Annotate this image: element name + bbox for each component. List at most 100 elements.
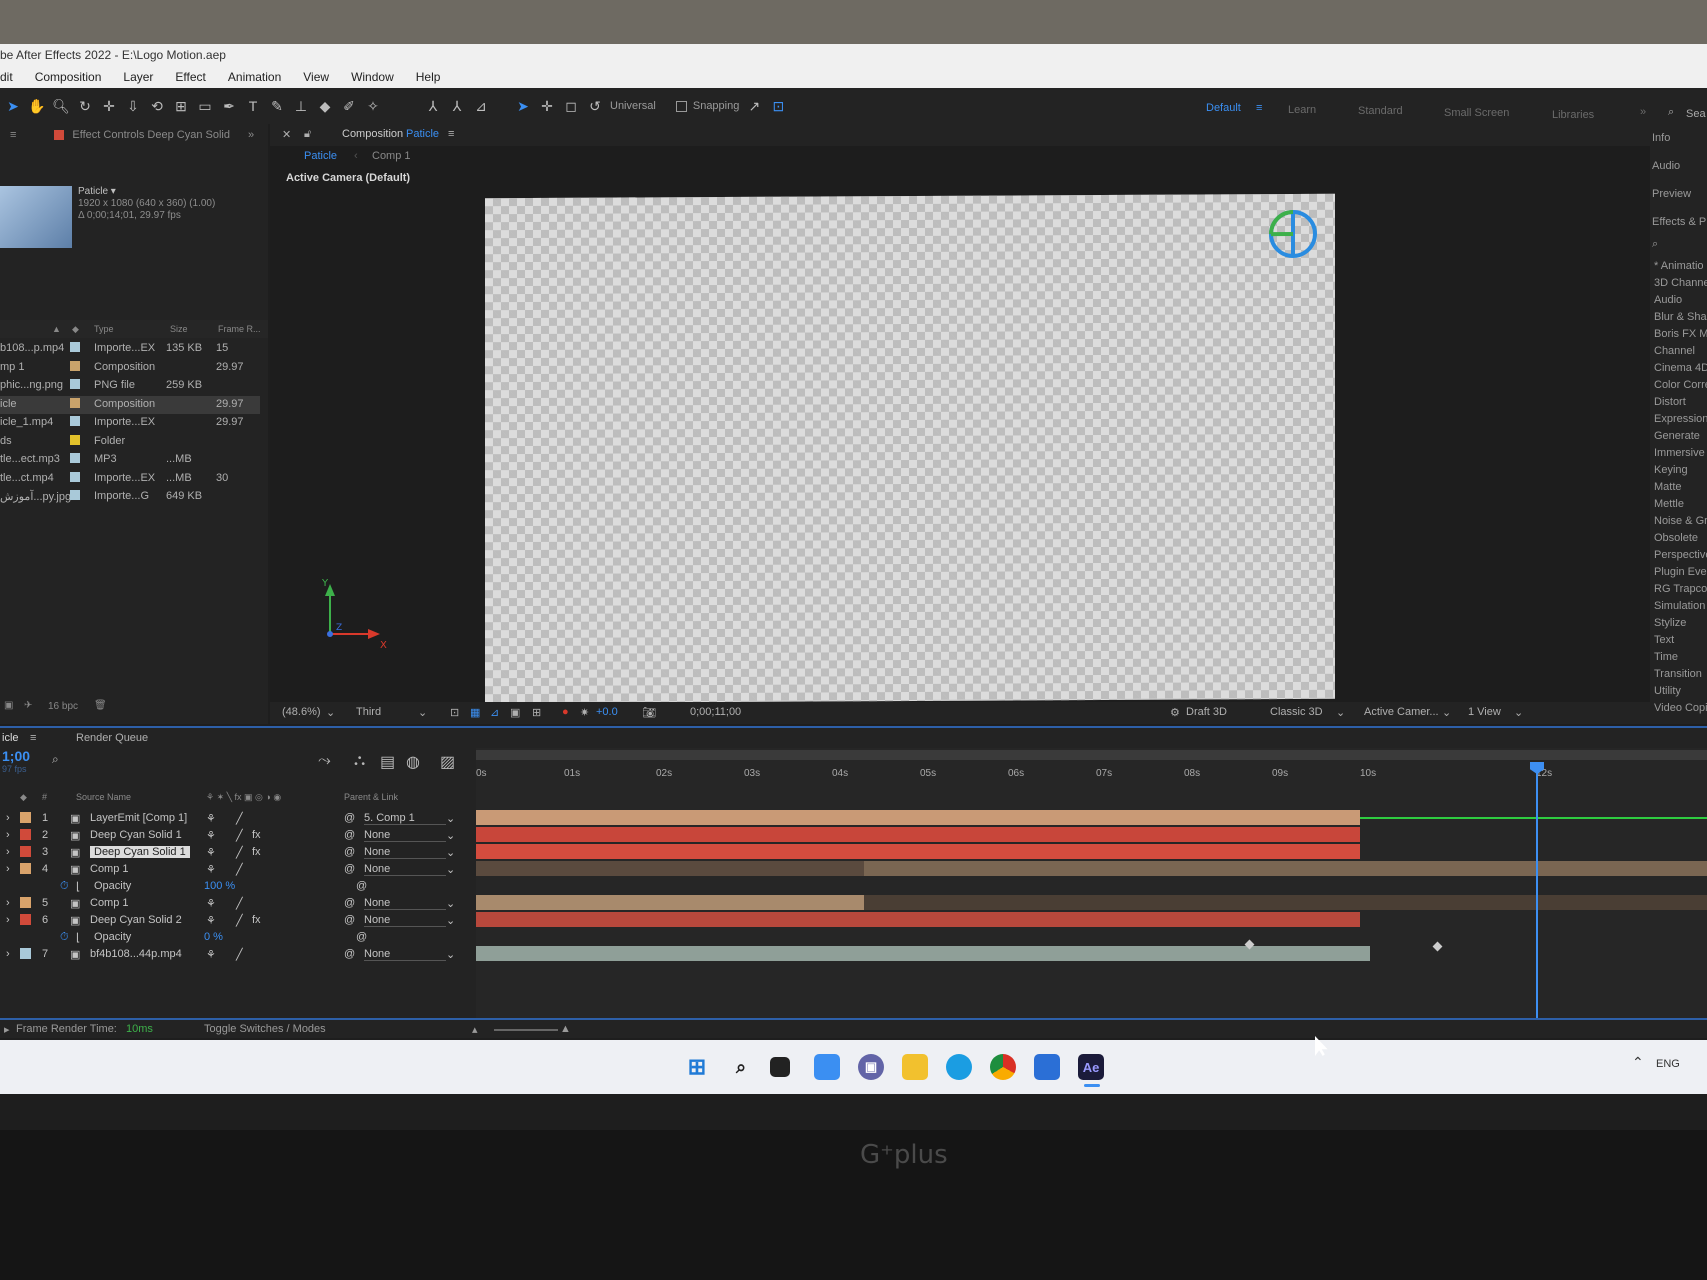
parent-dropdown[interactable]: None bbox=[364, 948, 446, 961]
file-explorer-icon[interactable] bbox=[902, 1054, 928, 1080]
local-axis-icon[interactable]: ⅄ bbox=[424, 97, 442, 115]
rectangle-tool-icon[interactable]: ▭ bbox=[196, 97, 214, 115]
quality-switch-icon[interactable]: ╱ bbox=[236, 846, 243, 859]
composition-tab-name[interactable]: Paticle bbox=[406, 128, 439, 140]
zoom-tool-icon[interactable]: 🔍︎ bbox=[52, 97, 70, 115]
current-time-display[interactable]: 1;00 bbox=[2, 748, 30, 764]
source-name-header[interactable]: Source Name bbox=[76, 792, 131, 802]
renderer-chevron-icon[interactable]: ⌄ bbox=[1336, 706, 1345, 719]
snapping-checkbox[interactable] bbox=[675, 100, 687, 112]
dropdown-chevron-icon[interactable]: ⌄ bbox=[446, 948, 455, 961]
menu-composition[interactable]: Composition bbox=[35, 70, 102, 88]
3d-ground-plane-icon[interactable]: ⊞ bbox=[532, 706, 541, 719]
effects-category[interactable]: Transition bbox=[1654, 668, 1702, 680]
search-icon[interactable]: ⌕ bbox=[1668, 106, 1674, 119]
universal-scale-icon[interactable]: ◻ bbox=[562, 97, 580, 115]
chrome-browser-icon[interactable] bbox=[990, 1054, 1016, 1080]
project-item[interactable]: ds Folder bbox=[0, 433, 260, 451]
workspace-default[interactable]: Default bbox=[1206, 102, 1241, 114]
universal-move-icon[interactable]: ✛ bbox=[538, 97, 556, 115]
expand-chevron-icon[interactable]: › bbox=[6, 846, 10, 858]
close-tab-icon[interactable]: ✕ bbox=[282, 128, 291, 141]
layer-label-color[interactable] bbox=[20, 829, 31, 840]
view-chevron-icon[interactable]: ⌄ bbox=[1514, 706, 1523, 719]
delete-icon[interactable]: 🗑︎ bbox=[94, 700, 107, 711]
layer-duration-bar[interactable] bbox=[864, 861, 1707, 876]
breadcrumb-comp1[interactable]: Comp 1 bbox=[372, 150, 411, 162]
dropdown-chevron-icon[interactable]: ⌄ bbox=[446, 812, 455, 825]
parent-link-header[interactable]: Parent & Link bbox=[344, 792, 398, 802]
effects-category[interactable]: Blur & Sha bbox=[1654, 311, 1707, 323]
workspace-learn[interactable]: Learn bbox=[1288, 104, 1316, 116]
universal-rotate-icon[interactable]: ↺ bbox=[586, 97, 604, 115]
draft-3d-icon[interactable]: ⚙ bbox=[1170, 706, 1180, 719]
dropdown-chevron-icon[interactable]: ⌄ bbox=[446, 863, 455, 876]
dropdown-chevron-icon[interactable]: ⌄ bbox=[446, 897, 455, 910]
quality-switch-icon[interactable]: ╱ bbox=[236, 897, 243, 910]
expand-chevron-icon[interactable]: › bbox=[6, 812, 10, 824]
label-color-swatch[interactable] bbox=[70, 397, 80, 408]
pan-behind-tool-icon[interactable]: ⊞ bbox=[172, 97, 190, 115]
effects-category[interactable]: Generate bbox=[1654, 430, 1700, 442]
layer-row[interactable]: › 7 ▣ bf4b108...44p.mp4 ⚘ ╱ @ None ⌄ bbox=[0, 946, 470, 963]
layer-duration-bar[interactable] bbox=[476, 895, 864, 910]
world-axis-icon[interactable]: ⅄ bbox=[448, 97, 466, 115]
effects-category[interactable]: Immersive bbox=[1654, 447, 1705, 459]
menu-animation[interactable]: Animation bbox=[228, 70, 281, 88]
stopwatch-icon[interactable]: ⏱ bbox=[60, 931, 69, 944]
timeline-tab[interactable]: icle bbox=[2, 732, 19, 744]
comp-mini-flowchart-icon[interactable]: ⤳ bbox=[318, 752, 331, 770]
effects-category[interactable]: Simulation bbox=[1654, 600, 1705, 612]
layer-duration-bar[interactable] bbox=[476, 946, 1370, 961]
dolly-tool-icon[interactable]: ⇩ bbox=[124, 97, 142, 115]
parent-dropdown[interactable]: None bbox=[364, 846, 446, 859]
zoom-select[interactable]: (48.6%) bbox=[282, 706, 321, 718]
effects-category[interactable]: Distort bbox=[1654, 396, 1686, 408]
fx-switch-icon[interactable]: fx bbox=[252, 914, 261, 926]
clone-stamp-tool-icon[interactable]: ⊥ bbox=[292, 97, 310, 115]
graph-icon[interactable]: ⌊ bbox=[76, 880, 80, 893]
project-item[interactable]: tle...ct.mp4 Importe...EX ...MB 30 bbox=[0, 470, 260, 488]
effect-controls-tab[interactable]: Effect Controls Deep Cyan Solid bbox=[72, 129, 230, 141]
framerate-column-header[interactable]: Frame R... bbox=[218, 324, 261, 334]
label-column-icon[interactable]: ◆ bbox=[72, 324, 79, 335]
view-layout-select[interactable]: 1 View bbox=[1468, 706, 1501, 718]
camera-select[interactable]: Active Camer... bbox=[1364, 706, 1439, 718]
layer-name[interactable]: LayerEmit [Comp 1] bbox=[90, 812, 187, 824]
view-axis-icon[interactable]: ⊿ bbox=[472, 97, 490, 115]
pick-whip-icon[interactable]: @ bbox=[344, 829, 355, 841]
edge-browser-icon[interactable] bbox=[946, 1054, 972, 1080]
menu-window[interactable]: Window bbox=[351, 70, 394, 88]
effects-presets-tab[interactable]: Effects & P bbox=[1652, 216, 1706, 228]
new-folder-icon[interactable]: ✈ bbox=[24, 700, 32, 711]
resolution-chevron-icon[interactable]: ⌄ bbox=[418, 706, 427, 719]
puppet-tool-icon[interactable]: ✧ bbox=[364, 97, 382, 115]
snapshot-icon[interactable]: 📷︎ bbox=[642, 706, 656, 719]
layer-duration-bar[interactable] bbox=[476, 844, 1360, 859]
region-of-interest-icon[interactable]: ⊡ bbox=[450, 706, 459, 719]
effects-category[interactable]: Perspective bbox=[1654, 549, 1707, 561]
zoom-chevron-icon[interactable]: ⌄ bbox=[326, 706, 335, 719]
stopwatch-icon[interactable]: ⏱ bbox=[60, 880, 69, 893]
composition-tab-label[interactable]: Composition bbox=[342, 128, 403, 140]
shy-switch-icon[interactable]: ⚘ bbox=[206, 914, 216, 927]
project-item[interactable]: phic...ng.png PNG file 259 KB bbox=[0, 377, 260, 395]
pen-tool-icon[interactable]: ✒ bbox=[220, 97, 238, 115]
preview-tab[interactable]: Preview bbox=[1652, 188, 1691, 200]
label-color-swatch[interactable] bbox=[70, 471, 80, 482]
effects-category[interactable]: Keying bbox=[1654, 464, 1688, 476]
parent-dropdown[interactable]: None bbox=[364, 897, 446, 910]
pick-whip-icon[interactable]: @ bbox=[356, 931, 367, 943]
exposure-reset-icon[interactable]: ✷ bbox=[580, 706, 589, 719]
lock-icon[interactable]: 🔓︎ bbox=[304, 128, 311, 141]
layer-duration-bar[interactable] bbox=[476, 912, 1360, 927]
workspace-standard[interactable]: Standard bbox=[1358, 105, 1403, 117]
effects-category[interactable]: Cinema 4D bbox=[1654, 362, 1707, 374]
layer-row[interactable]: › 1 ▣ LayerEmit [Comp 1] ⚘ ╱ @5. Comp 1 ⌄ bbox=[0, 810, 470, 827]
property-row[interactable]: ⏱ ⌊ Opacity 100 % @ bbox=[0, 878, 470, 895]
workspace-libraries[interactable]: Libraries bbox=[1552, 109, 1594, 121]
layer-label-color[interactable] bbox=[20, 812, 31, 823]
layer-name[interactable]: Deep Cyan Solid 1 bbox=[90, 829, 182, 841]
exposure-value[interactable]: +0.0 bbox=[596, 706, 618, 718]
current-timecode[interactable]: 0;00;11;00 bbox=[690, 706, 741, 718]
